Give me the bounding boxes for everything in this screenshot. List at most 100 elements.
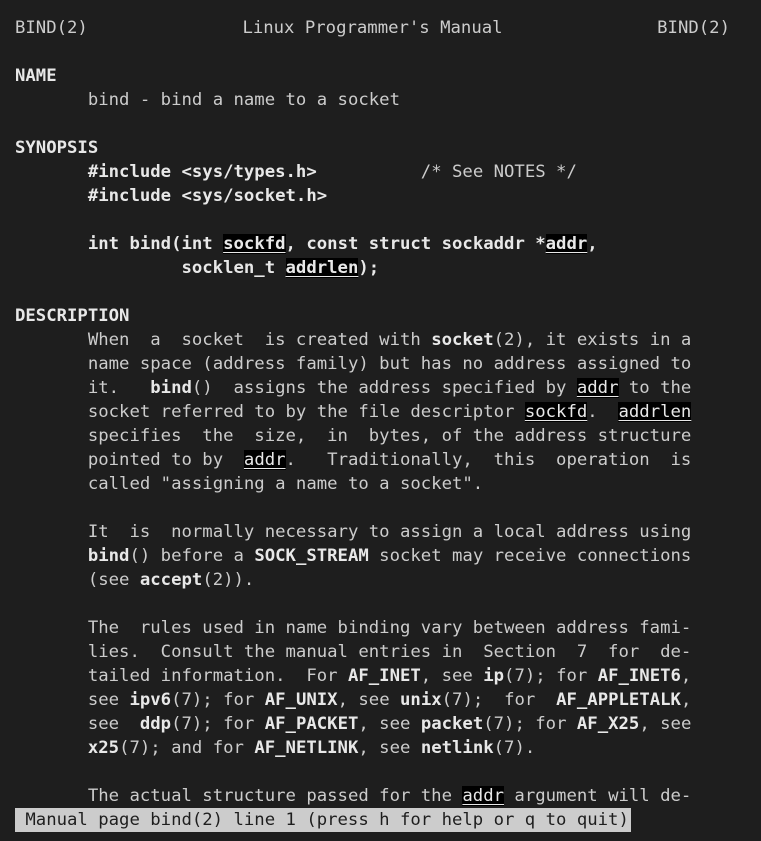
const-af-netlink: AF_NETLINK xyxy=(254,738,359,758)
text: () assigns the address specified by xyxy=(191,378,577,398)
text: called "assigning a name to a socket". xyxy=(87,474,484,494)
text: It is normally necessary to assign a loc… xyxy=(87,522,692,542)
pager-status-bar: Manual page bind(2) line 1 (press h for … xyxy=(15,808,631,832)
text: , see xyxy=(358,714,421,734)
desc-p1-line: socket referred to by the file descripto… xyxy=(15,400,755,424)
desc-p3-line: see ddp(7); for AF_PACKET, see packet(7)… xyxy=(15,712,755,736)
param-addr: addr xyxy=(462,786,505,806)
text: tailed information. For xyxy=(87,666,348,686)
text: to the xyxy=(618,378,692,398)
text: , see xyxy=(358,738,421,758)
text: see xyxy=(87,714,140,734)
include-types: #include <sys/types.h> xyxy=(87,162,317,182)
text: it. xyxy=(87,378,151,398)
text: (7); and for xyxy=(119,738,255,758)
text: (7); for xyxy=(441,690,557,710)
proto-text: , xyxy=(587,234,598,254)
const-af-appletalk: AF_APPLETALK xyxy=(556,690,681,710)
text: , see xyxy=(639,714,692,734)
ref-ddp: ddp xyxy=(139,714,172,734)
header-center: Linux Programmer's Manual xyxy=(242,18,503,38)
ref-unix: unix xyxy=(400,690,442,710)
const-af-unix: AF_UNIX xyxy=(264,690,338,710)
text: (7); for xyxy=(504,666,598,686)
text: (2), it exists in a xyxy=(493,330,692,350)
text: . Traditionally, this operation is xyxy=(285,450,692,470)
ref-ipv6: ipv6 xyxy=(129,690,172,710)
param-addr: addr xyxy=(243,450,286,470)
param-addr: addr xyxy=(545,234,588,254)
proto-text: , const struct sockaddr * xyxy=(285,234,546,254)
ref-bind: bind xyxy=(87,546,130,566)
header-right: BIND(2) xyxy=(657,18,730,38)
text: (7); for xyxy=(171,690,265,710)
text: pointed to by xyxy=(87,450,244,470)
text: , see xyxy=(420,666,484,686)
text: (7); for xyxy=(171,714,265,734)
desc-p3-line: x25(7); and for AF_NETLINK, see netlink(… xyxy=(15,736,755,760)
desc-p1-line: When a socket is created with socket(2),… xyxy=(15,328,755,352)
desc-p4-line: The actual structure passed for the addr… xyxy=(15,784,755,808)
proto-text: ); xyxy=(358,258,380,278)
desc-p1-line: it. bind() assigns the address specified… xyxy=(15,376,755,400)
text: , see xyxy=(337,690,401,710)
synopsis-include-1: #include <sys/types.h> /* See NOTES */ xyxy=(15,160,755,184)
param-addr: addr xyxy=(576,378,619,398)
synopsis-prototype-2: socklen_t addrlen); xyxy=(15,256,755,280)
text: (7); for xyxy=(483,714,577,734)
desc-p3-line: see ipv6(7); for AF_UNIX, see unix(7); f… xyxy=(15,688,755,712)
man-header: BIND(2) Linux Programmer's Manual BIND(2… xyxy=(15,16,730,40)
name-text: bind - bind a name to a socket xyxy=(87,90,400,110)
param-sockfd: sockfd xyxy=(524,402,588,422)
text: . xyxy=(587,402,619,422)
desc-p1-line: pointed to by addr. Traditionally, this … xyxy=(15,448,755,472)
const-af-x25: AF_X25 xyxy=(576,714,640,734)
text: name space (address family) but has no a… xyxy=(87,354,692,374)
desc-p3-line: tailed information. For AF_INET, see ip(… xyxy=(15,664,755,688)
param-addrlen: addrlen xyxy=(285,258,359,278)
ref-accept: accept xyxy=(139,570,203,590)
desc-p1-line: specifies the size, in bytes, of the add… xyxy=(15,424,755,448)
text: When a socket is created with xyxy=(87,330,432,350)
desc-p3-line: The rules used in name binding vary betw… xyxy=(15,616,755,640)
man-page-content: BIND(2) Linux Programmer's Manual BIND(2… xyxy=(15,16,755,808)
param-addrlen: addrlen xyxy=(618,402,692,422)
const-af-inet: AF_INET xyxy=(347,666,421,686)
ref-x25: x25 xyxy=(87,738,120,758)
synopsis-prototype-1: int bind(int sockfd, const struct sockad… xyxy=(15,232,755,256)
section-heading-description: DESCRIPTION xyxy=(15,306,130,326)
synopsis-include-2: #include <sys/socket.h> xyxy=(15,184,755,208)
text: The actual structure passed for the xyxy=(87,786,463,806)
ref-socket: socket xyxy=(431,330,494,350)
include-socket: #include <sys/socket.h> xyxy=(87,186,328,206)
desc-p3-line: lies. Consult the manual entries in Sect… xyxy=(15,640,755,664)
const-sock-stream: SOCK_STREAM xyxy=(254,546,369,566)
desc-p2-line: bind() before a SOCK_STREAM socket may r… xyxy=(15,544,755,568)
ref-bind: bind xyxy=(150,378,192,398)
text: socket referred to by the file descripto… xyxy=(87,402,525,422)
section-heading-synopsis: SYNOPSIS xyxy=(15,138,99,158)
proto-text: socklen_t xyxy=(181,258,286,278)
text: argument will de- xyxy=(504,786,692,806)
desc-p1-line: name space (address family) but has no a… xyxy=(15,352,755,376)
const-af-packet: AF_PACKET xyxy=(264,714,359,734)
const-af-inet6: AF_INET6 xyxy=(597,666,681,686)
text: (see xyxy=(87,570,140,590)
ref-netlink: netlink xyxy=(420,738,494,758)
name-text-line: bind - bind a name to a socket xyxy=(15,88,755,112)
include-comment: /* See NOTES */ xyxy=(420,162,577,182)
text: see xyxy=(87,690,130,710)
ref-ip: ip xyxy=(483,666,505,686)
ref-packet: packet xyxy=(420,714,484,734)
desc-p2-line: (see accept(2)). xyxy=(15,568,755,592)
text: (7). xyxy=(493,738,536,758)
text: (2)). xyxy=(202,570,255,590)
section-heading-name: NAME xyxy=(15,66,57,86)
